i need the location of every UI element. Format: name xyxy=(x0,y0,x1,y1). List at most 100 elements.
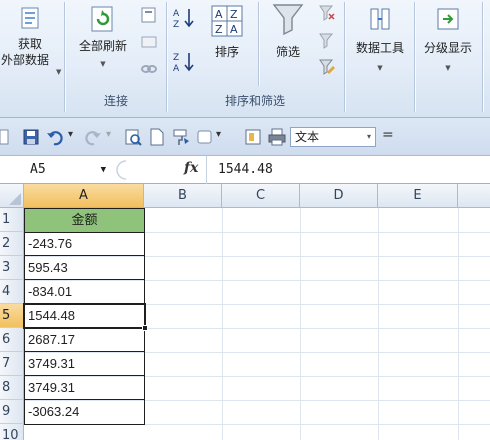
gridline xyxy=(300,208,301,440)
row-header-3[interactable]: 3 xyxy=(0,256,24,280)
gridline xyxy=(378,208,379,440)
undo-dropdown-icon[interactable]: ▾ xyxy=(68,129,73,140)
table-cell[interactable]: 2687.17 xyxy=(25,328,144,352)
clear-filter-icon[interactable] xyxy=(318,4,336,22)
fill-handle[interactable] xyxy=(142,325,148,331)
row-header-9[interactable]: 9 xyxy=(0,400,24,424)
svg-text:A: A xyxy=(230,23,238,36)
table-cell[interactable]: 595.43 xyxy=(25,256,144,280)
column-header-b[interactable]: B xyxy=(144,184,222,208)
filter-button[interactable]: 筛选 xyxy=(262,2,314,60)
table-cell[interactable]: 3749.31 xyxy=(25,352,144,376)
table-cell[interactable]: 3749.31 xyxy=(25,376,144,400)
svg-text:Z: Z xyxy=(215,23,223,36)
formula-divider xyxy=(206,156,207,184)
number-format-value: 文本 xyxy=(295,130,320,144)
outline-label: 分级显示 xyxy=(423,41,472,55)
chevron-down-icon: ▾ xyxy=(366,132,371,141)
group-label-sort-filter: 排序和筛选 xyxy=(224,94,285,108)
ribbon-separator xyxy=(166,2,167,112)
format-painter-icon[interactable] xyxy=(172,128,190,146)
gridline xyxy=(458,208,459,440)
reapply-filter-icon[interactable] xyxy=(318,32,336,50)
name-box-value: A5 xyxy=(30,162,46,177)
new-document-icon[interactable] xyxy=(148,128,166,146)
svg-text:A: A xyxy=(215,8,223,21)
column-header-a[interactable]: A xyxy=(24,184,144,208)
insert-function-icon[interactable]: fx xyxy=(184,160,198,176)
sort-descending-button[interactable]: Z A xyxy=(172,50,196,74)
ribbon-separator xyxy=(258,2,259,86)
svg-text:Z: Z xyxy=(173,20,179,30)
shape-icon[interactable] xyxy=(196,128,214,146)
data-tools-label: 数据工具 xyxy=(355,41,404,55)
data-tools-button[interactable]: 数据工具 ▼ xyxy=(348,2,412,73)
connections-icon[interactable] xyxy=(140,6,158,24)
svg-text:A: A xyxy=(173,9,180,19)
database-icon xyxy=(21,7,39,29)
column-header-f[interactable] xyxy=(458,184,490,208)
get-external-label-1: 获取 xyxy=(17,37,42,51)
filter-label: 筛选 xyxy=(275,45,300,59)
header-cell[interactable]: 金额 xyxy=(25,209,144,233)
funnel-icon xyxy=(272,4,304,36)
corner-triangle-icon xyxy=(9,193,21,205)
row-header-7[interactable]: 7 xyxy=(0,352,24,376)
redo-dropdown-icon[interactable]: ▾ xyxy=(106,129,111,140)
get-external-data-button[interactable]: 获取 外部数据 xyxy=(0,2,60,68)
column-header-e[interactable]: E xyxy=(378,184,458,208)
sort-button[interactable]: A Z Z A 排序 xyxy=(204,2,250,60)
ribbon-separator xyxy=(344,2,345,112)
chevron-down-icon: ▼ xyxy=(100,165,106,175)
column-header-c[interactable]: C xyxy=(222,184,300,208)
refresh-all-button[interactable]: 全部刷新 ▼ xyxy=(70,2,136,69)
table-cell[interactable]: -834.01 xyxy=(25,280,144,304)
name-box[interactable]: A5 ▼ xyxy=(0,159,108,181)
ribbon-separator xyxy=(482,2,483,112)
edit-links-icon[interactable] xyxy=(140,62,158,76)
chevron-down-icon: ▼ xyxy=(445,64,451,72)
print-icon[interactable] xyxy=(268,128,286,146)
number-format-select[interactable]: 文本 ▾ xyxy=(290,127,376,147)
print-preview-icon[interactable] xyxy=(124,128,142,146)
row-header-5[interactable]: 5 xyxy=(0,304,24,328)
table-cell[interactable]: -3063.24 xyxy=(25,400,144,424)
sort-descending-icon: Z A xyxy=(173,53,194,74)
refresh-all-label: 全部刷新 xyxy=(78,39,127,53)
customize-toolbar-icon[interactable]: = xyxy=(382,127,394,143)
worksheet-grid[interactable]: A B C D E 1 2 3 4 5 6 7 8 9 10 金额 -243.7… xyxy=(0,184,490,440)
redo-icon[interactable] xyxy=(84,128,102,146)
chevron-down-icon: ▼ xyxy=(100,60,106,68)
sort-dialog-icon: A Z Z A xyxy=(211,5,243,37)
page-icon[interactable] xyxy=(0,128,18,146)
svg-text:Z: Z xyxy=(230,8,238,21)
sort-label: 排序 xyxy=(214,45,239,59)
save-icon[interactable] xyxy=(22,128,40,146)
row-header-8[interactable]: 8 xyxy=(0,376,24,400)
formula-input[interactable]: 1544.48 xyxy=(218,159,273,181)
select-all-corner[interactable] xyxy=(0,184,24,208)
outline-button[interactable]: 分级显示 ▼ xyxy=(416,2,480,73)
table-cell[interactable]: -243.76 xyxy=(25,232,144,256)
refresh-icon xyxy=(91,6,113,32)
sheet-icon[interactable] xyxy=(244,128,262,146)
row-header-6[interactable]: 6 xyxy=(0,328,24,352)
column-header-d[interactable]: D xyxy=(300,184,378,208)
row-header-10[interactable]: 10 xyxy=(0,424,24,440)
data-tools-icon xyxy=(370,8,390,30)
advanced-filter-icon[interactable] xyxy=(318,58,336,76)
row-header-2[interactable]: 2 xyxy=(0,232,24,256)
undo-icon[interactable] xyxy=(46,128,64,146)
row-header-1[interactable]: 1 xyxy=(0,208,24,232)
svg-text:A: A xyxy=(173,64,180,74)
quick-access-toolbar: ▾ ▾ ▾ 文本 ▾ = xyxy=(0,118,490,156)
sort-ascending-button[interactable]: A Z xyxy=(172,6,196,30)
gridline xyxy=(222,208,223,440)
chevron-down-icon: ▼ xyxy=(56,68,62,76)
ribbon: 获取 外部数据 ▼ 全部刷新 ▼ 连接 A Z Z A A Z Z A 排序 筛… xyxy=(0,0,490,118)
shape-dropdown-icon[interactable]: ▾ xyxy=(216,129,221,140)
row-header-4[interactable]: 4 xyxy=(0,280,24,304)
group-label-connections: 连接 xyxy=(103,94,128,108)
properties-icon[interactable] xyxy=(140,32,158,50)
formula-controls: fx xyxy=(112,159,208,181)
